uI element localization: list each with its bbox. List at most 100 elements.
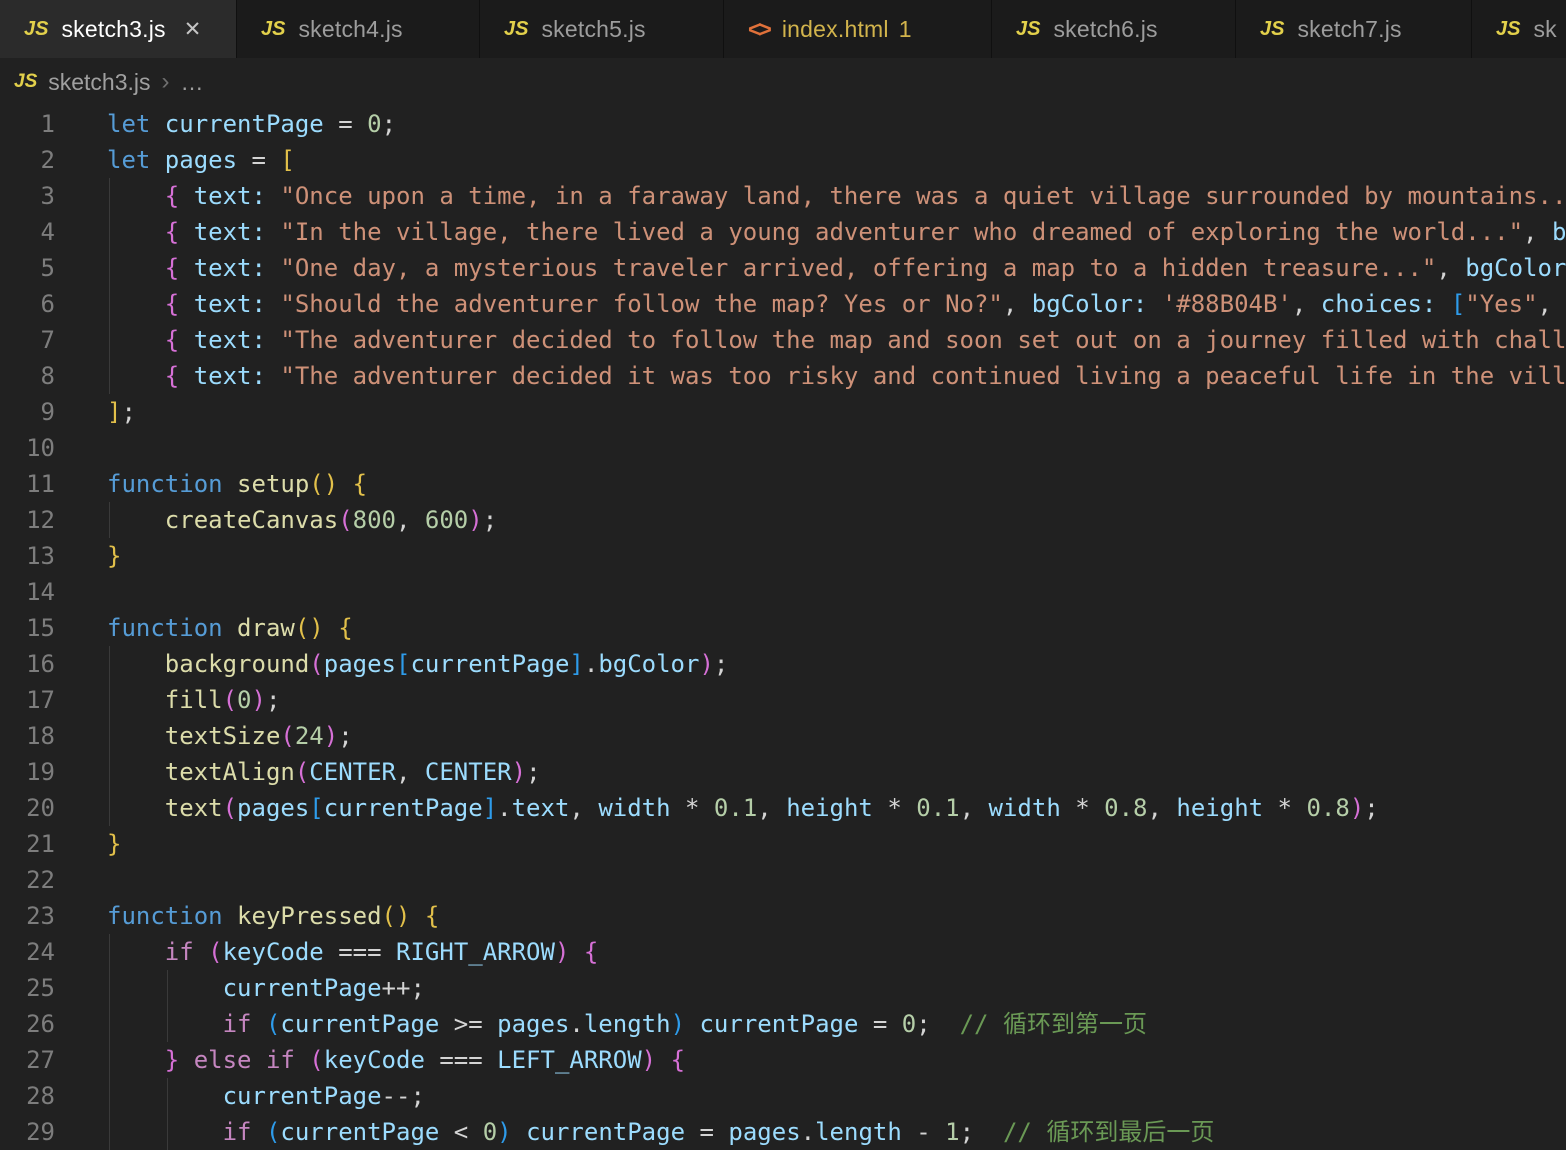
code-line-content: function keyPressed() { bbox=[55, 898, 1566, 934]
code-token: 600 bbox=[425, 506, 468, 534]
code-line: 27 } else if (keyCode === LEFT_ARROW) { bbox=[0, 1042, 1566, 1078]
js-icon: JS bbox=[1260, 18, 1284, 41]
code-line: 11function setup() { bbox=[0, 466, 1566, 502]
code-token: 0.8 bbox=[1306, 794, 1349, 822]
code-token: height bbox=[1176, 794, 1263, 822]
code-token: , bbox=[1538, 290, 1566, 318]
code-line: 29 if (currentPage < 0) currentPage = pa… bbox=[0, 1114, 1566, 1150]
code-token: ( bbox=[223, 794, 237, 822]
code-token: currentPage bbox=[223, 1082, 382, 1110]
code-token: ( bbox=[338, 506, 352, 534]
code-line: 26 if (currentPage >= pages.length) curr… bbox=[0, 1006, 1566, 1042]
tab-sketch3-js[interactable]: JSsketch3.js✕ bbox=[0, 0, 237, 58]
code-token: 0 bbox=[483, 1118, 497, 1146]
code-token: length bbox=[815, 1118, 902, 1146]
code-line: 28 currentPage--; bbox=[0, 1078, 1566, 1114]
code-line-content: { text: "In the village, there lived a y… bbox=[55, 214, 1566, 250]
line-number: 1 bbox=[0, 106, 55, 142]
code-token: length bbox=[584, 1010, 671, 1038]
line-number: 28 bbox=[0, 1078, 55, 1114]
code-token: bgColor: bbox=[1465, 254, 1566, 282]
code-token: ++; bbox=[382, 974, 425, 1002]
tab-sketch7-js[interactable]: JSsketch7.js bbox=[1236, 0, 1472, 58]
code-token: ; bbox=[121, 398, 135, 426]
code-token: ( bbox=[266, 1118, 280, 1146]
code-token: * bbox=[1061, 794, 1104, 822]
tab-sk[interactable]: JSsk bbox=[1472, 0, 1566, 58]
code-token: ) bbox=[252, 686, 266, 714]
indent-guide bbox=[109, 970, 110, 1006]
code-token bbox=[1436, 290, 1450, 318]
code-line: 8 { text: "The adventurer decided it was… bbox=[0, 358, 1566, 394]
line-number: 4 bbox=[0, 214, 55, 250]
line-number: 8 bbox=[0, 358, 55, 394]
code-token: text: bbox=[194, 326, 266, 354]
code-token: fill bbox=[165, 686, 223, 714]
code-token: pages bbox=[237, 794, 309, 822]
tab-sketch5-js[interactable]: JSsketch5.js bbox=[480, 0, 724, 58]
tab-sketch4-js[interactable]: JSsketch4.js bbox=[237, 0, 480, 58]
line-number: 25 bbox=[0, 970, 55, 1006]
code-token: = bbox=[685, 1118, 728, 1146]
tab-label: sketch4.js bbox=[298, 16, 402, 43]
code-token: if bbox=[223, 1118, 266, 1146]
code-line-content bbox=[55, 862, 1566, 898]
line-number: 11 bbox=[0, 466, 55, 502]
code-token: , bbox=[1436, 254, 1465, 282]
code-token: CENTER bbox=[309, 758, 396, 786]
line-number: 7 bbox=[0, 322, 55, 358]
code-token bbox=[1147, 290, 1161, 318]
code-token: "In the village, there lived a young adv… bbox=[280, 218, 1523, 246]
code-token: text: bbox=[194, 254, 266, 282]
code-token: ) bbox=[468, 506, 482, 534]
tab-sketch6-js[interactable]: JSsketch6.js bbox=[992, 0, 1236, 58]
code-line: 1let currentPage = 0; bbox=[0, 106, 1566, 142]
code-line: 16 background(pages[currentPage].bgColor… bbox=[0, 646, 1566, 682]
code-editor[interactable]: 1let currentPage = 0;2let pages = [3 { t… bbox=[0, 106, 1566, 1150]
code-token: = bbox=[237, 146, 280, 174]
code-line-content: text(pages[currentPage].text, width * 0.… bbox=[55, 790, 1566, 826]
code-token: ) bbox=[324, 722, 338, 750]
code-line: 5 { text: "One day, a mysterious travele… bbox=[0, 250, 1566, 286]
code-token: LEFT_ARROW bbox=[497, 1046, 642, 1074]
code-token: function bbox=[107, 470, 237, 498]
line-number: 12 bbox=[0, 502, 55, 538]
code-token: 0.8 bbox=[1104, 794, 1147, 822]
code-token bbox=[107, 1082, 223, 1110]
code-line: 20 text(pages[currentPage].text, width *… bbox=[0, 790, 1566, 826]
indent-guide bbox=[109, 358, 110, 394]
code-line: 23function keyPressed() { bbox=[0, 898, 1566, 934]
code-token: [ bbox=[280, 146, 294, 174]
code-token: , bbox=[1147, 794, 1176, 822]
code-token: === bbox=[425, 1046, 497, 1074]
indent-guide bbox=[109, 754, 110, 790]
code-line: 9]; bbox=[0, 394, 1566, 430]
code-token: ( bbox=[223, 686, 237, 714]
code-line: 2let pages = [ bbox=[0, 142, 1566, 178]
code-token bbox=[266, 218, 280, 246]
code-token: --; bbox=[382, 1082, 425, 1110]
code-token: pages bbox=[324, 650, 396, 678]
code-token: , bbox=[960, 794, 989, 822]
code-line-content: { text: "One day, a mysterious traveler … bbox=[55, 250, 1566, 286]
code-token: , bbox=[1003, 290, 1032, 318]
code-token: , bbox=[757, 794, 786, 822]
code-token: ( bbox=[266, 1010, 280, 1038]
code-token: ) bbox=[555, 938, 569, 966]
breadcrumb-ellipsis[interactable]: … bbox=[181, 69, 204, 96]
tab-index-html[interactable]: <>index.html1 bbox=[724, 0, 992, 58]
line-number: 21 bbox=[0, 826, 55, 862]
breadcrumb-file[interactable]: sketch3.js bbox=[48, 69, 150, 96]
code-token: pages bbox=[497, 1010, 569, 1038]
indent-guide bbox=[109, 1006, 110, 1042]
code-line-content: } bbox=[55, 538, 1566, 574]
code-token: , bbox=[1292, 290, 1321, 318]
code-line: 18 textSize(24); bbox=[0, 718, 1566, 754]
code-token bbox=[179, 1046, 193, 1074]
code-token: choices: bbox=[1321, 290, 1437, 318]
code-token: // 循环到第一页 bbox=[960, 1010, 1147, 1038]
code-token: text: bbox=[194, 218, 266, 246]
code-token bbox=[266, 362, 280, 390]
code-line-content: textSize(24); bbox=[55, 718, 1566, 754]
close-icon[interactable]: ✕ bbox=[184, 17, 202, 42]
